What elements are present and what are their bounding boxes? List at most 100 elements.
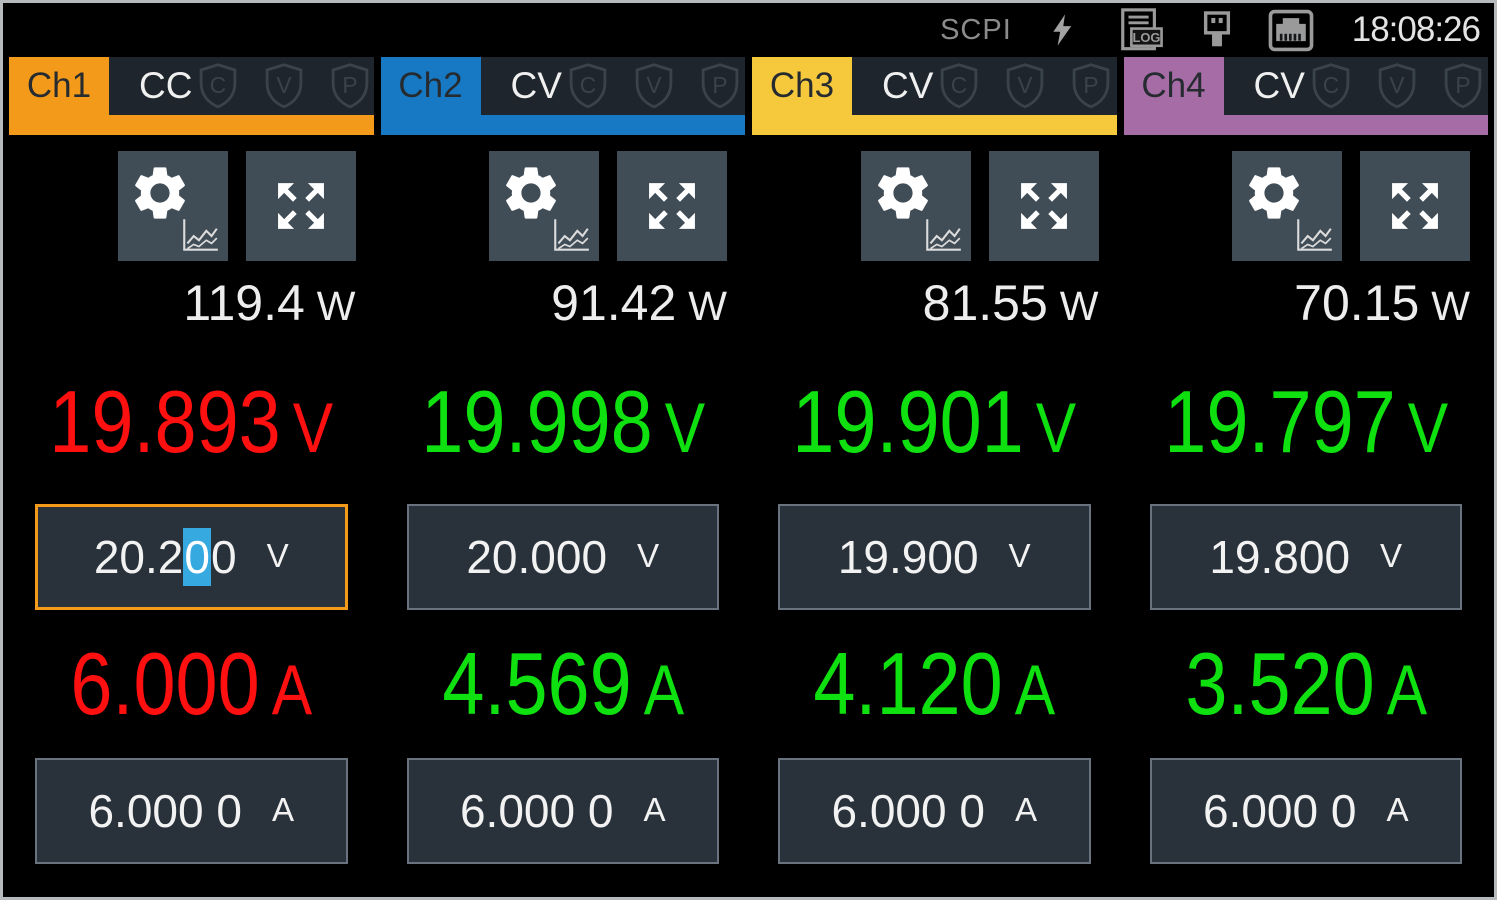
lan-icon [1268, 9, 1314, 51]
voltage-unit: V [1035, 387, 1077, 467]
current-unit: A [271, 649, 313, 729]
voltage-protection-shield-icon: V [266, 63, 303, 109]
channel-status-strip: CC C V P [109, 57, 374, 115]
chart-icon [182, 219, 218, 251]
voltage-unit: V [292, 387, 334, 467]
current-value: 4.569 [441, 633, 632, 733]
channel-status-strip: CV C V P [852, 57, 1117, 115]
regulation-mode-label: CV [510, 65, 562, 106]
protection-indicators: C V P [562, 60, 746, 112]
power-unit: W [688, 283, 727, 329]
channel-expand-button[interactable] [1360, 151, 1470, 261]
voltage-setpoint-field[interactable]: 19.800 V [1149, 503, 1462, 610]
current-setpoint-value: 6.000 0 [88, 785, 242, 838]
voltage-setpoint-value-tail: 0 [210, 530, 237, 583]
voltage-readout: 19.901 V [778, 371, 1091, 471]
power-readout: 81.55 W [752, 277, 1117, 330]
channel-tab-row: Ch2 CV C V P [380, 57, 746, 115]
channel-accent-bar [1123, 115, 1488, 135]
current-unit: A [1386, 649, 1427, 729]
channel-tab-label: Ch2 [398, 66, 463, 105]
voltage-protection-shield-icon: V [1007, 63, 1044, 109]
usb-icon [1203, 11, 1230, 47]
channels-row: Ch1 CC C V P 119.4 W 19.893 V 20.2 0 0 V… [3, 57, 1494, 897]
channel-settings-button[interactable] [860, 151, 971, 261]
power-protection-shield-icon: P [332, 63, 369, 109]
current-protection-shield-icon: C [200, 63, 237, 109]
channel-expand-button[interactable] [245, 151, 356, 261]
svg-text:P: P [1084, 72, 1099, 98]
current-setpoint-field[interactable]: 6.000 0 A [35, 758, 348, 865]
power-value: 91.42 [551, 275, 677, 331]
channel-tab-label: Ch4 [1141, 66, 1206, 105]
svg-text:C: C [1323, 72, 1339, 98]
voltage-value: 19.998 [420, 371, 653, 471]
power-readout: 91.42 W [381, 277, 746, 330]
current-setpoint-field[interactable]: 6.000 0 A [778, 758, 1091, 865]
chart-icon [554, 219, 589, 251]
current-value: 3.520 [1184, 633, 1375, 733]
channel-expand-button[interactable] [617, 151, 727, 261]
log-icon-label: LOG [1132, 30, 1160, 45]
svg-text:V: V [1389, 72, 1405, 98]
current-setpoint-field[interactable]: 6.000 0 A [1149, 758, 1462, 865]
voltage-readout: 19.797 V [1149, 375, 1462, 468]
channel-content: 70.15 W 19.797 V 19.800 V 3.520 A 6.000 … [1123, 135, 1488, 897]
channel-tab-label: Ch1 [26, 66, 92, 105]
current-setpoint-unit: A [271, 792, 295, 830]
power-unit: W [1059, 283, 1099, 329]
current-setpoint-value: 6.000 0 [459, 785, 614, 838]
power-protection-shield-icon: P [701, 63, 739, 109]
channel-settings-button[interactable] [489, 151, 599, 261]
voltage-unit: V [664, 387, 705, 467]
edit-cursor: 0 [183, 527, 211, 586]
voltage-setpoint-value: 19.900 [837, 530, 979, 583]
voltage-setpoint-unit: V [1008, 537, 1031, 575]
protection-indicators: C V P [1305, 60, 1489, 112]
current-protection-shield-icon: C [941, 63, 978, 109]
channel-tab[interactable]: Ch2 [380, 57, 481, 115]
channel-panel: Ch4 C V C V P 70.15 W 19.797 V 19.800 V 3… [1123, 57, 1489, 897]
channel-tab[interactable]: Ch3 [752, 57, 852, 115]
expand-icon [649, 183, 695, 229]
channel-tab[interactable]: Ch1 [9, 57, 109, 115]
channel-accent-bar [752, 115, 1117, 135]
channel-accent-bar [9, 115, 374, 135]
channel-status-strip: CV C V P [1223, 57, 1489, 115]
instrument-screen: SCPI LOG 18:08:26 Ch1 CC C V P 119.4 W 1… [0, 0, 1497, 900]
regulation-mode-label: CV [882, 65, 934, 106]
current-readout: 4.120 A [778, 637, 1091, 730]
voltage-setpoint-unit: V [266, 537, 289, 575]
scpi-status-label: SCPI [940, 13, 1012, 46]
channel-expand-button[interactable] [988, 151, 1099, 261]
channel-tab-label: Ch3 [769, 66, 835, 105]
channel-tab-row: Ch4 C V C V P [1123, 57, 1489, 115]
current-unit: A [1014, 649, 1056, 729]
channel-panel: Ch2 CV C V P 91.42 W 19.998 V 20.000 V 4… [380, 57, 746, 897]
protection-indicators: C V P [933, 60, 1117, 112]
channel-settings-button[interactable] [117, 151, 228, 261]
channel-status-strip: CV C V P [480, 57, 746, 115]
svg-text:C: C [210, 72, 226, 98]
voltage-setpoint-value: 20.2 [93, 530, 184, 583]
current-setpoint-value: 6.000 0 [831, 785, 985, 838]
log-icon: LOG [1120, 8, 1163, 51]
current-setpoint-field[interactable]: 6.000 0 A [406, 758, 719, 865]
power-protection-shield-icon: P [1073, 63, 1110, 109]
power-protection-shield-icon: P [1444, 63, 1482, 109]
voltage-setpoint-unit: V [1380, 537, 1403, 575]
voltage-setpoint-field[interactable]: 20.2 0 0 V [35, 503, 348, 610]
svg-text:C: C [951, 72, 967, 98]
voltage-value: 19.901 [792, 371, 1024, 471]
expand-icon [277, 183, 324, 229]
voltage-setpoint-field[interactable]: 19.900 V [778, 503, 1091, 610]
channel-settings-button[interactable] [1232, 151, 1342, 261]
svg-text:V: V [277, 72, 293, 98]
voltage-setpoint-field[interactable]: 20.000 V [406, 503, 719, 610]
power-value: 81.55 [922, 275, 1048, 331]
svg-text:C: C [580, 72, 596, 98]
voltage-unit: V [1407, 387, 1448, 467]
svg-text:V: V [1018, 72, 1034, 98]
channel-content: 91.42 W 19.998 V 20.000 V 4.569 A 6.000 … [380, 135, 746, 897]
channel-tab[interactable]: Ch4 [1123, 57, 1224, 115]
